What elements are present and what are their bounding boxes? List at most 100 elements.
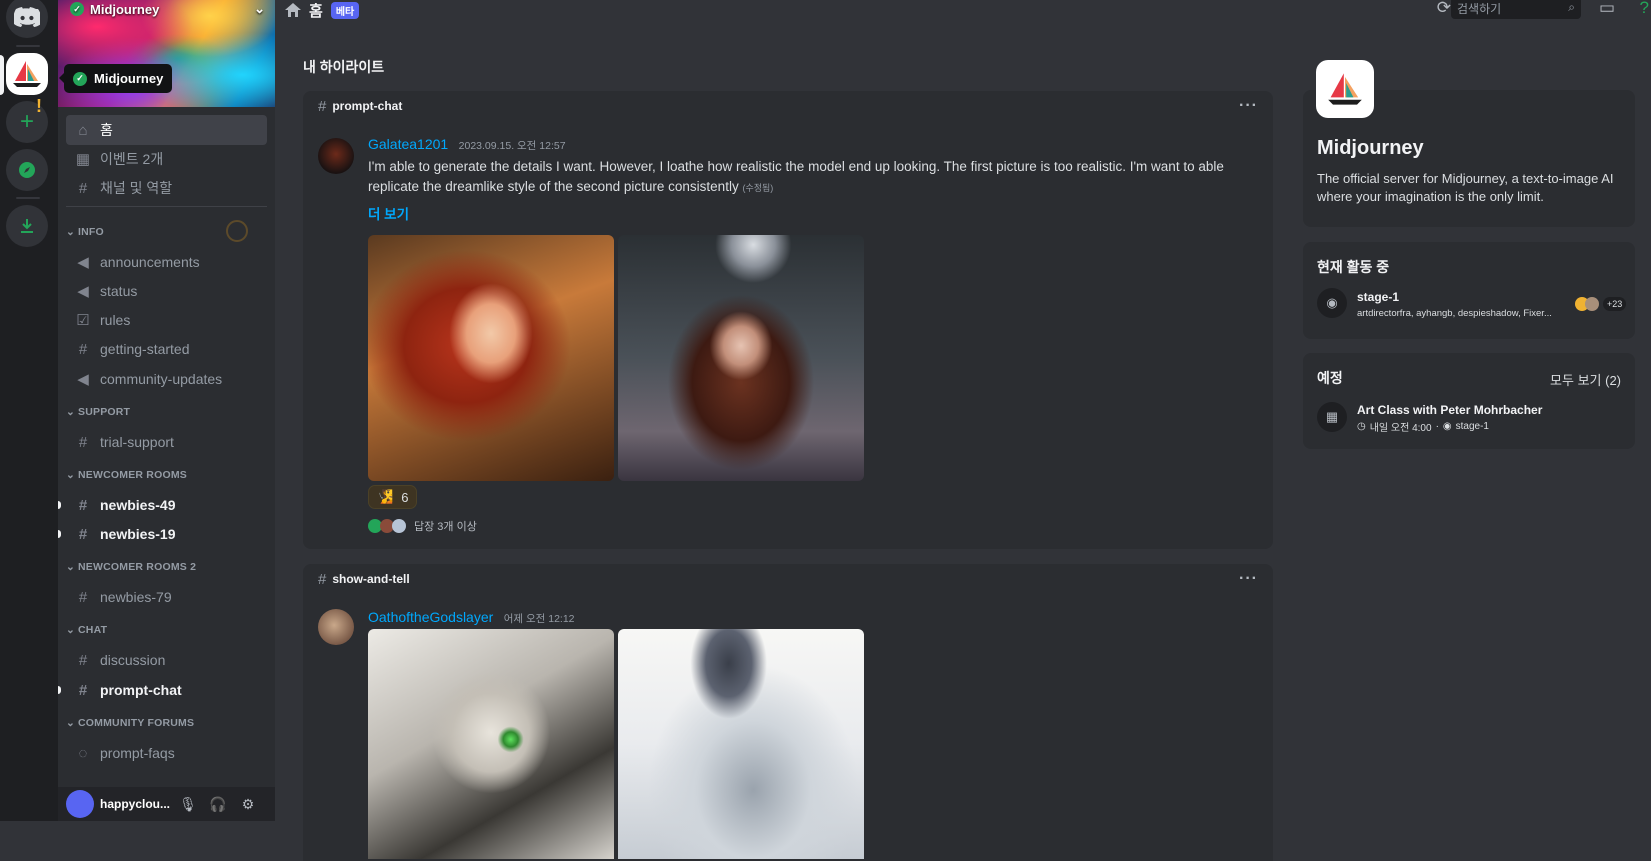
rail-divider: [16, 197, 40, 199]
message-body: I'm able to generate the details I want.…: [368, 159, 1224, 194]
unread-indicator: [58, 530, 61, 538]
channel-top-0[interactable]: ⌂ 홈: [66, 115, 267, 145]
event-name[interactable]: Art Class with Peter Mohrbacher: [1357, 403, 1542, 417]
help-icon[interactable]: ?: [1640, 0, 1649, 18]
thread-hash-icon: #: [78, 681, 88, 699]
channel-channels-2[interactable]: ☑ rules: [66, 305, 267, 335]
unread-indicator: [58, 686, 61, 694]
home-icon: [285, 3, 301, 17]
search-input[interactable]: 검색하기 ⌕: [1451, 0, 1581, 19]
attachment-image[interactable]: [618, 235, 864, 481]
channel-top-2[interactable]: # 채널 및 역할: [66, 173, 267, 203]
stage-participants: artdirectorfra, ayhangb, despieshadow, F…: [1357, 308, 1552, 319]
channel-channels-0[interactable]: # newbies-79: [66, 582, 267, 612]
chevron-down-icon: ⌄: [66, 561, 75, 573]
channel-label: community-updates: [100, 371, 223, 387]
author-avatar[interactable]: [318, 609, 354, 645]
download-button[interactable]: [6, 205, 48, 247]
participant-count: +23: [1603, 297, 1627, 311]
server-title: Midjourney: [1317, 137, 1424, 159]
discord-home-button[interactable]: [6, 0, 48, 38]
plus-icon: +: [19, 108, 34, 135]
thread-hash-icon: #: [78, 588, 88, 606]
channel-top-1[interactable]: ▦ 이벤트 2개: [66, 144, 267, 174]
stage-name[interactable]: stage-1: [1357, 290, 1399, 304]
more-options-icon[interactable]: ···: [1239, 570, 1258, 588]
loading-spinner-icon: [226, 220, 248, 242]
channel-channels-0[interactable]: ◀ announcements: [66, 247, 267, 277]
chevron-down-icon: ⌄: [66, 226, 75, 238]
page-title: 홈 베타: [285, 0, 360, 21]
server-tooltip: ✓ Midjourney: [58, 64, 173, 93]
channels-roles-icon: #: [78, 179, 88, 197]
category-header[interactable]: ⌄ INFO: [66, 226, 104, 238]
stage-icon: ◉: [1442, 421, 1452, 432]
channel-channels-0[interactable]: # discussion: [66, 645, 267, 675]
channel-channels-1[interactable]: # newbies-19: [66, 519, 267, 549]
verified-icon: ✓: [73, 71, 87, 86]
see-all-link[interactable]: 모두 보기 (2): [1550, 370, 1621, 389]
midjourney-server-icon[interactable]: [6, 53, 48, 95]
author-name[interactable]: Galatea1201: [368, 136, 448, 152]
channel-label: trial-support: [100, 434, 174, 450]
server-header[interactable]: ✓ Midjourney ⌄: [70, 0, 265, 18]
title-text: 홈: [309, 2, 323, 20]
attachment-image[interactable]: [368, 235, 614, 481]
author-avatar[interactable]: [318, 138, 354, 174]
avatar[interactable]: [66, 790, 94, 818]
category-label: INFO: [78, 226, 104, 238]
reaction-button[interactable]: 🧏 6: [368, 485, 418, 509]
attachment-image[interactable]: [368, 629, 614, 859]
event-details: ◷ 내일 오전 4:00 · ◉ stage-1: [1357, 419, 1489, 434]
hash-icon: #: [318, 570, 327, 588]
more-options-icon[interactable]: ···: [1239, 97, 1258, 115]
channel-label: newbies-49: [100, 497, 176, 513]
server-description: The official server for Midjourney, a te…: [1317, 171, 1614, 204]
refresh-icon[interactable]: ⟳: [1437, 0, 1451, 18]
channel-label: status: [100, 283, 138, 299]
beta-badge: 베타: [330, 1, 360, 19]
channel-channels-0[interactable]: # newbies-49: [66, 490, 267, 520]
see-more-link[interactable]: 더 보기: [368, 203, 1273, 223]
top-bar: 홈 베타 ⟳ 검색하기 ⌕ ▭ ?: [275, 0, 1651, 20]
post-channel-header[interactable]: # show-and-tell ···: [303, 564, 1273, 594]
clock-icon: ◷: [1357, 421, 1366, 432]
forum-icon: ◌: [78, 744, 88, 762]
timestamp: 2023.09.15. 오전 12:57: [458, 140, 566, 152]
category-header[interactable]: ⌄ COMMUNITY FORUMS: [66, 717, 194, 729]
post-card: # show-and-tell ··· OathoftheGodslayer 어…: [303, 564, 1273, 861]
calendar-icon: ▦: [1317, 402, 1347, 432]
replies-summary[interactable]: 답장 3개 이상: [368, 518, 1273, 534]
server-icon: [1316, 60, 1374, 118]
category-header[interactable]: ⌄ NEWCOMER ROOMS: [66, 469, 187, 481]
channel-channels-4[interactable]: ◀ community-updates: [66, 364, 267, 394]
category-header[interactable]: ⌄ SUPPORT: [66, 406, 130, 418]
gear-icon[interactable]: ⚙: [236, 796, 260, 813]
attachment-gallery: [368, 235, 1273, 481]
post-card: # prompt-chat ··· Galatea1201 2023.09.15…: [303, 91, 1273, 549]
verified-icon: ✓: [70, 2, 84, 16]
explore-button[interactable]: [6, 149, 48, 191]
attachment-image[interactable]: [618, 629, 864, 859]
discord-logo-icon: [14, 7, 40, 27]
channel-channels-3[interactable]: # getting-started: [66, 334, 267, 364]
avatar: [1585, 297, 1599, 311]
selected-indicator: [0, 55, 4, 95]
post-channel-header[interactable]: # prompt-chat ···: [303, 91, 1273, 121]
megaphone-icon: ◀: [77, 371, 89, 388]
username: happyclou...: [100, 797, 170, 811]
channel-channels-0[interactable]: # trial-support: [66, 427, 267, 457]
mute-mic-icon[interactable]: 🎙: [176, 796, 200, 813]
author-name[interactable]: OathoftheGodslayer: [368, 609, 493, 625]
channel-channels-0[interactable]: ◌ prompt-faqs: [66, 738, 267, 768]
category-header[interactable]: ⌄ NEWCOMER ROOMS 2: [66, 561, 196, 573]
search-icon: ⌕: [1568, 0, 1575, 14]
channel-channels-1[interactable]: # prompt-chat: [66, 675, 267, 705]
category-header[interactable]: ⌄ CHAT: [66, 624, 107, 636]
events-title: 예정: [1317, 370, 1343, 386]
chevron-down-icon: ⌄: [66, 624, 75, 636]
inbox-icon[interactable]: ▭: [1599, 0, 1615, 18]
hash-icon: #: [318, 97, 327, 115]
channel-channels-1[interactable]: ◀ status: [66, 276, 267, 306]
headset-icon[interactable]: 🎧: [206, 796, 230, 813]
